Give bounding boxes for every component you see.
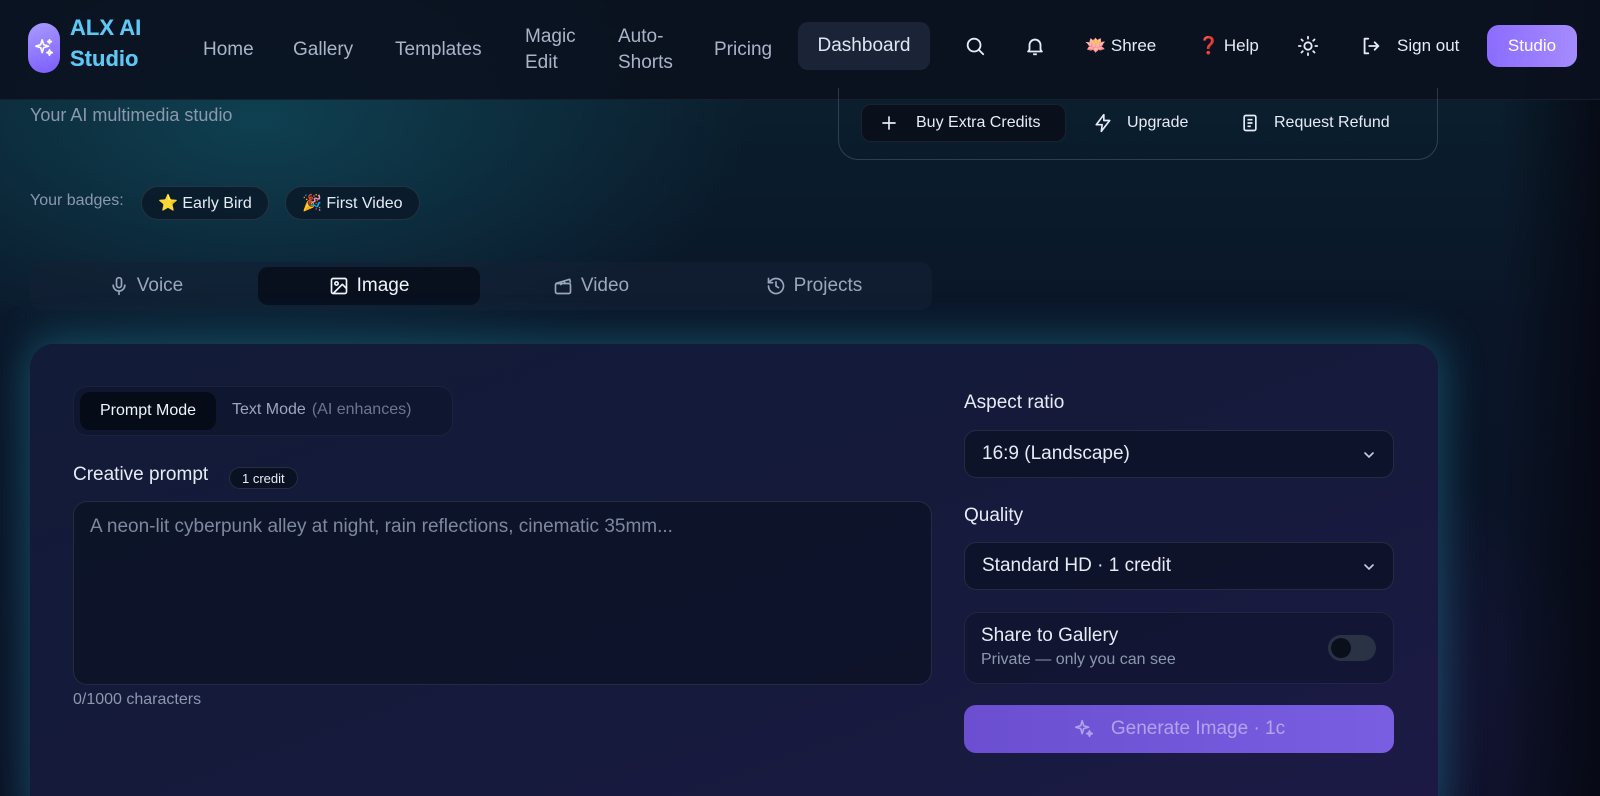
chevron-down-icon xyxy=(1364,452,1374,459)
page-subtitle: Your AI multimedia studio xyxy=(30,105,233,125)
creative-prompt-input[interactable] xyxy=(73,501,932,685)
sun-icon[interactable] xyxy=(1296,34,1320,58)
tab-voice-label: Voice xyxy=(136,275,184,296)
nav-home[interactable]: Home xyxy=(203,0,254,100)
top-navigation: ALX AI Studio Home Gallery Templates Mag… xyxy=(0,0,1600,100)
tab-projects[interactable]: Projects xyxy=(702,267,926,305)
image-icon xyxy=(330,277,347,295)
chevron-down-icon xyxy=(1364,564,1374,571)
nav-gallery[interactable]: Gallery xyxy=(293,0,353,100)
text-mode-label: Text Mode xyxy=(232,401,306,418)
studio-tabs: Voice Image Video Projects xyxy=(30,262,932,310)
lightning-icon xyxy=(1095,113,1111,133)
generate-image-label: Generate Image · 1c xyxy=(1110,718,1286,739)
nav-pricing[interactable]: Pricing xyxy=(714,0,772,100)
prompt-credit-badge: 1 credit xyxy=(229,467,298,489)
nav-magic-edit[interactable]: Magic Edit xyxy=(525,0,587,100)
microphone-icon xyxy=(112,276,126,296)
history-icon xyxy=(767,277,784,295)
quality-label: Quality xyxy=(964,505,1024,526)
sign-out-link[interactable]: Sign out xyxy=(1397,33,1459,59)
prompt-mode-button[interactable]: Prompt Mode xyxy=(80,392,216,430)
page-edge-shade xyxy=(1500,0,1600,796)
document-icon xyxy=(1243,114,1257,132)
user-profile-link[interactable]: 🪷 Shree xyxy=(1085,33,1156,59)
studio-button[interactable]: Studio xyxy=(1487,25,1577,67)
help-link[interactable]: ❓ Help xyxy=(1198,33,1259,59)
logo-mark[interactable] xyxy=(28,23,60,73)
nav-auto-shorts[interactable]: Auto-Shorts xyxy=(618,0,680,100)
aspect-ratio-value: 16:9 (Landscape) xyxy=(982,443,1130,464)
quality-value: Standard HD · 1 credit xyxy=(982,555,1172,576)
buy-extra-credits-label: Buy Extra Credits xyxy=(916,114,1041,131)
upgrade-button[interactable]: Upgrade xyxy=(1093,108,1188,138)
brand-name[interactable]: ALX AI Studio xyxy=(70,12,156,74)
tab-projects-label: Projects xyxy=(793,275,863,296)
request-refund-label: Request Refund xyxy=(1274,114,1390,131)
text-mode-hint: (AI enhances) xyxy=(311,401,412,418)
tab-image-label: Image xyxy=(356,275,410,296)
aspect-ratio-select[interactable]: 16:9 (Landscape) xyxy=(964,430,1394,478)
character-count: 0/1000 characters xyxy=(73,691,202,708)
tab-image[interactable]: Image xyxy=(258,267,480,305)
nav-dashboard[interactable]: Dashboard xyxy=(798,22,930,70)
toggle-knob xyxy=(1331,638,1351,658)
sparkles-icon xyxy=(1074,719,1093,738)
bell-icon[interactable] xyxy=(1023,34,1047,58)
share-privacy-note: Private — only you can see xyxy=(981,651,1176,668)
sparkles-icon xyxy=(34,38,54,57)
nav-templates[interactable]: Templates xyxy=(395,0,482,100)
badges-label: Your badges: xyxy=(30,192,124,209)
sign-out-icon[interactable] xyxy=(1359,34,1383,58)
tab-video[interactable]: Video xyxy=(480,267,702,305)
buy-extra-credits-button[interactable]: Buy Extra Credits xyxy=(861,104,1066,142)
tab-video-label: Video xyxy=(580,275,630,296)
search-icon[interactable] xyxy=(963,34,987,58)
generate-image-button[interactable]: Generate Image · 1c xyxy=(964,705,1394,753)
plus-icon xyxy=(882,116,896,130)
badge-first-video: 🎉 First Video xyxy=(285,186,420,220)
tab-voice[interactable]: Voice xyxy=(30,267,262,305)
quality-select[interactable]: Standard HD · 1 credit xyxy=(964,542,1394,590)
creative-prompt-label: Creative prompt xyxy=(73,464,209,485)
aspect-ratio-label: Aspect ratio xyxy=(964,392,1065,413)
upgrade-label: Upgrade xyxy=(1127,114,1189,131)
text-mode-button[interactable]: Text Mode (AI enhances) xyxy=(232,401,411,419)
clapperboard-icon xyxy=(554,278,572,295)
request-refund-button[interactable]: Request Refund xyxy=(1240,108,1390,138)
share-to-gallery-title: Share to Gallery xyxy=(981,625,1119,646)
badge-early-bird: ⭐ Early Bird xyxy=(141,186,269,220)
